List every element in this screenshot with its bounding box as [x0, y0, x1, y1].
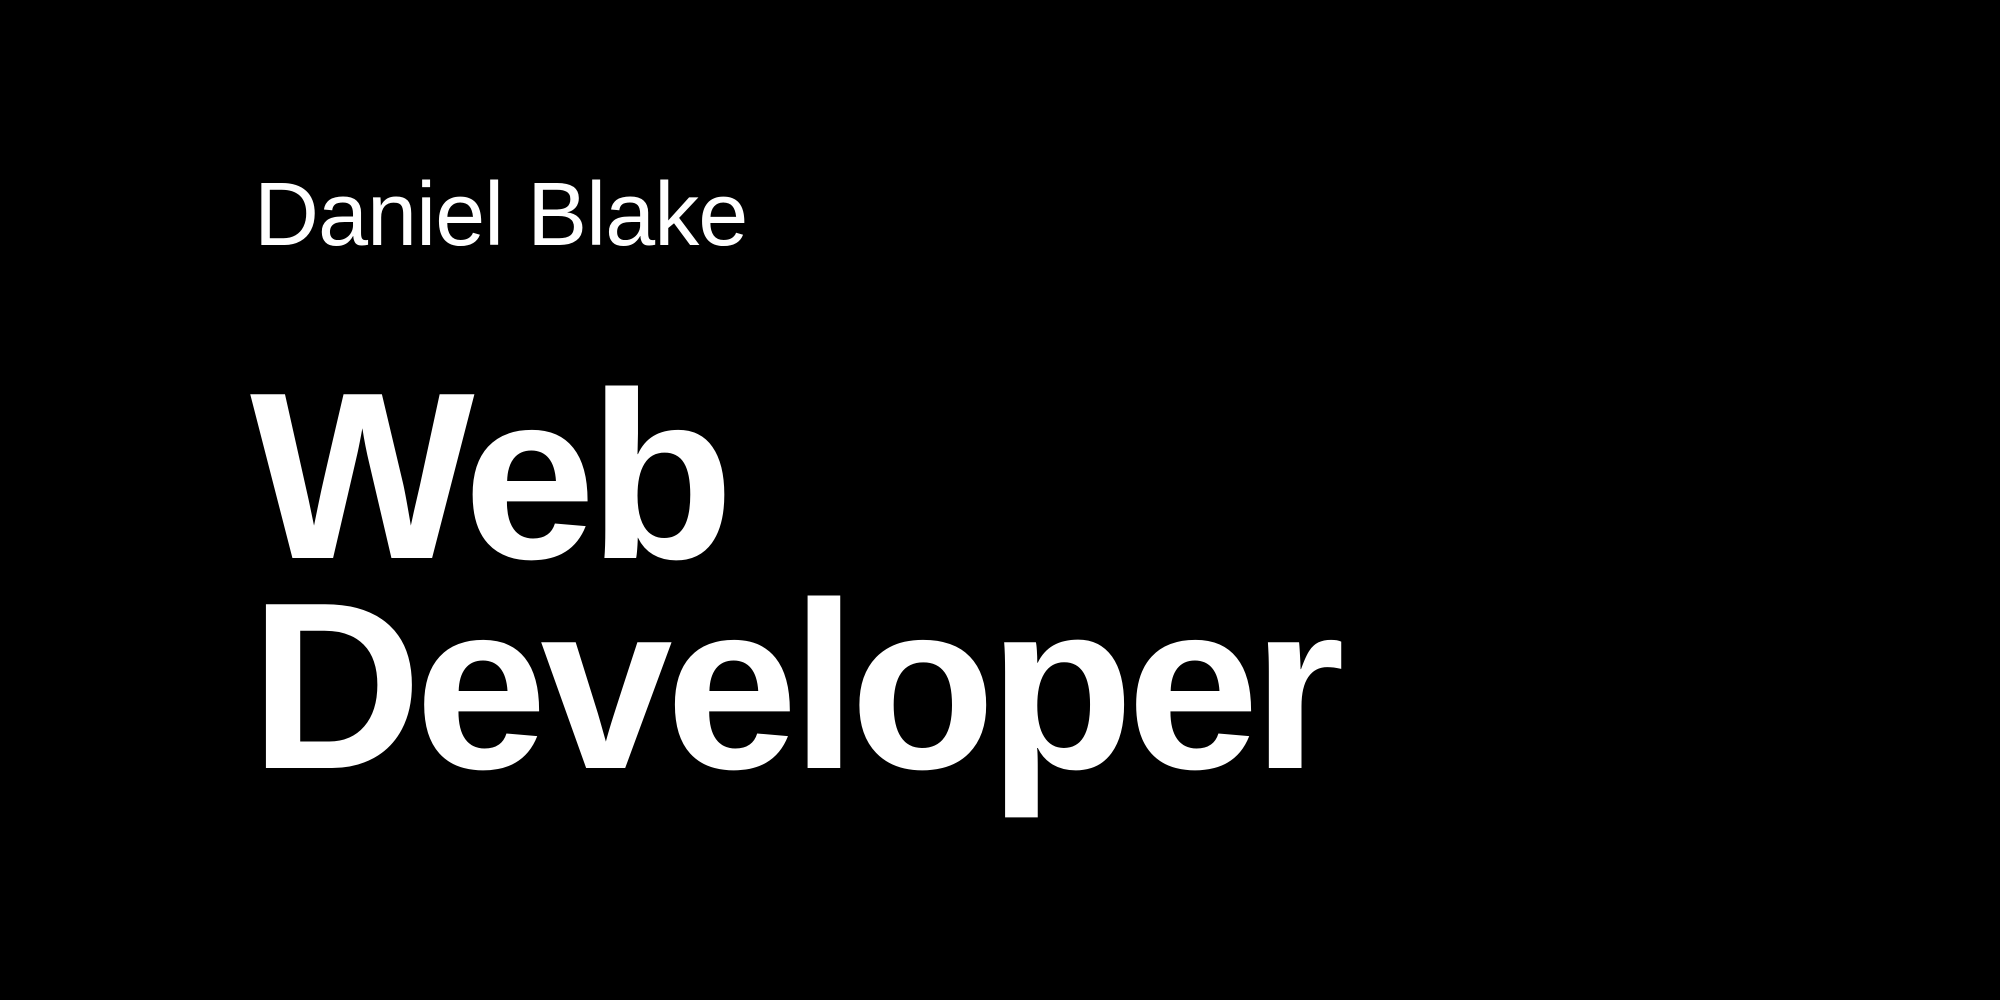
person-name: Daniel Blake — [254, 165, 748, 265]
job-title: Web Developer — [250, 344, 1950, 819]
job-title-line-1: Web — [250, 344, 734, 609]
job-title-line-2: Developer — [250, 554, 1345, 819]
